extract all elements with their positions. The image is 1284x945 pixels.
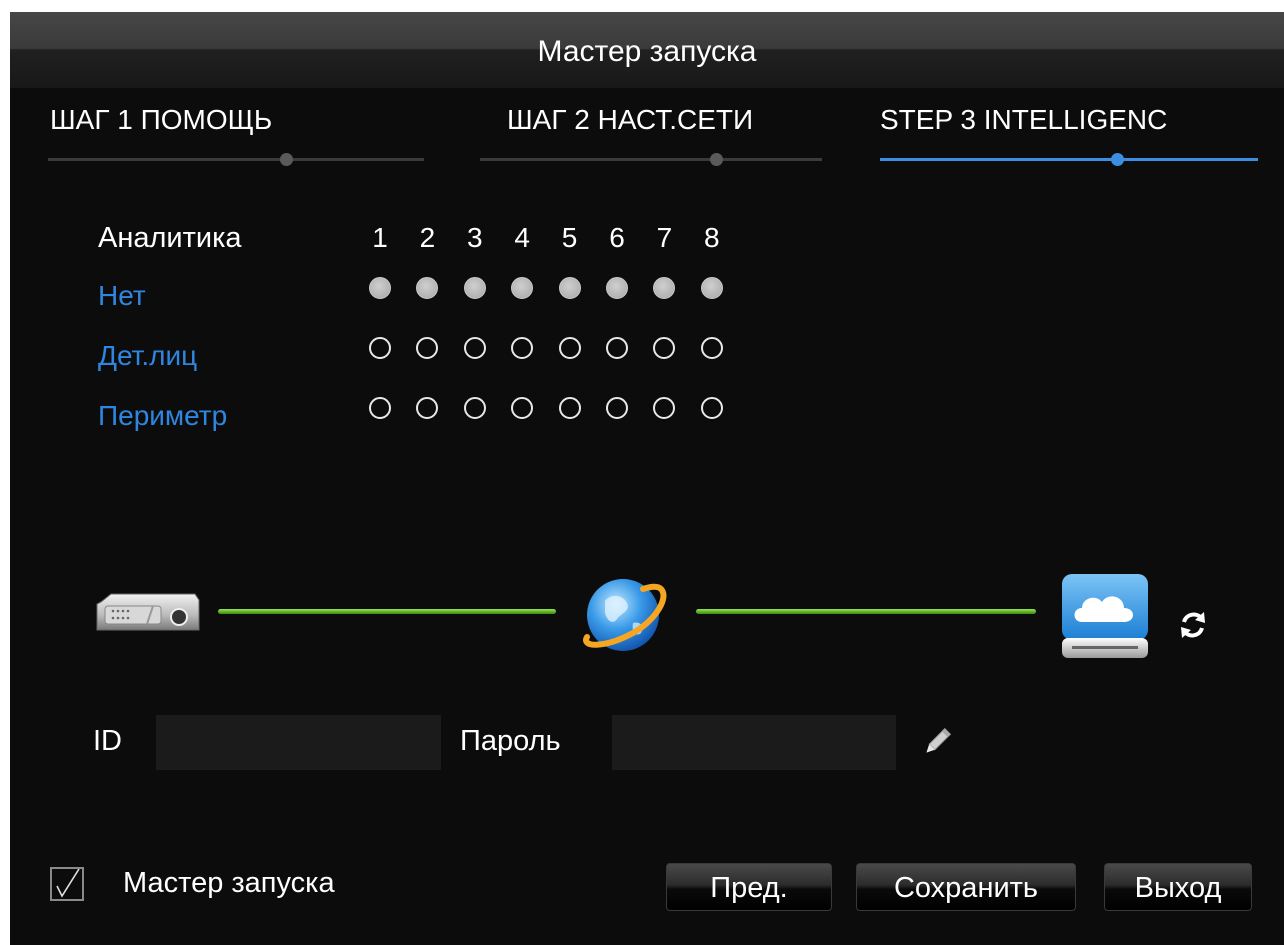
radio-none-ch3[interactable] [463, 277, 486, 299]
exit-button[interactable]: Выход [1104, 863, 1252, 911]
step-1-track [48, 158, 424, 161]
refresh-icon[interactable] [1178, 610, 1208, 640]
radio-face-detection-ch5[interactable] [558, 337, 581, 359]
radio-perimeter-ch6[interactable] [606, 397, 628, 419]
step-3-indicator [1111, 153, 1124, 166]
radio-face-detection-ch2[interactable] [416, 337, 439, 359]
radio-none-ch5[interactable] [558, 277, 581, 299]
checkmark-icon [56, 868, 80, 898]
link-internet-to-cloud [696, 609, 1036, 614]
password-label: Пароль [460, 725, 561, 757]
id-field[interactable] [156, 715, 441, 770]
radio-perimeter-ch1[interactable] [369, 397, 391, 419]
channel-header-2: 2 [419, 222, 436, 253]
channel-header-1: 1 [372, 222, 388, 253]
step-3-track [880, 158, 1258, 161]
tab-step-3[interactable]: STEP 3 INTELLIGENC [880, 104, 1167, 136]
radio-none-ch6[interactable] [606, 277, 628, 299]
analytics-title: Аналитика [98, 222, 242, 254]
channel-header-5: 5 [561, 222, 578, 253]
radio-none-ch4[interactable] [511, 277, 534, 299]
link-device-to-internet [218, 609, 556, 614]
radio-face-detection-ch4[interactable] [511, 337, 534, 359]
dvr-device-icon [95, 590, 201, 634]
step-2-track [480, 158, 822, 161]
tab-step-2[interactable]: ШАГ 2 НАСТ.СЕТИ [507, 104, 753, 136]
row-label-face-detection: Дет.лиц [98, 340, 198, 371]
radio-face-detection-ch1[interactable] [369, 337, 391, 359]
tab-step-1[interactable]: ШАГ 1 ПОМОЩЬ [50, 104, 272, 136]
radio-perimeter-ch4[interactable] [511, 397, 534, 419]
radio-perimeter-ch3[interactable] [463, 397, 486, 419]
password-field[interactable] [612, 715, 896, 770]
window-title: Мастер запуска [537, 35, 757, 68]
save-button[interactable]: Сохранить [856, 863, 1076, 911]
radio-none-ch2[interactable] [416, 277, 439, 299]
radio-perimeter-ch5[interactable] [558, 397, 581, 419]
channel-header-7: 7 [656, 222, 673, 253]
title-bar: Мастер запуска [10, 12, 1284, 88]
cloud-storage-icon [1060, 572, 1150, 660]
startup-wizard-window: Мастер запуска ШАГ 1 ПОМОЩЬ ШАГ 2 НАСТ.С… [10, 12, 1284, 945]
startup-wizard-checkbox[interactable] [50, 867, 84, 901]
channel-header-4: 4 [514, 222, 530, 253]
step-1-indicator [280, 153, 293, 166]
channel-header-6: 6 [609, 222, 625, 253]
row-label-none: Нет [98, 280, 146, 311]
radio-none-ch1[interactable] [369, 277, 391, 299]
radio-face-detection-ch6[interactable] [606, 337, 628, 359]
radio-none-ch8[interactable] [700, 277, 723, 299]
id-label: ID [93, 725, 122, 757]
prev-button[interactable]: Пред. [666, 863, 832, 911]
radio-perimeter-ch2[interactable] [416, 397, 439, 419]
startup-wizard-label: Мастер запуска [123, 867, 335, 899]
radio-face-detection-ch8[interactable] [700, 337, 723, 359]
pencil-icon[interactable] [922, 727, 952, 757]
radio-face-detection-ch7[interactable] [653, 337, 676, 359]
radio-perimeter-ch7[interactable] [653, 397, 676, 419]
row-label-perimeter: Периметр [98, 400, 228, 431]
radio-none-ch7[interactable] [653, 277, 676, 299]
radio-perimeter-ch8[interactable] [700, 397, 723, 419]
internet-globe-icon [577, 567, 669, 659]
step-2-indicator [710, 153, 723, 166]
channel-header-8: 8 [704, 222, 720, 253]
channel-header-3: 3 [467, 222, 483, 253]
radio-face-detection-ch3[interactable] [463, 337, 486, 359]
